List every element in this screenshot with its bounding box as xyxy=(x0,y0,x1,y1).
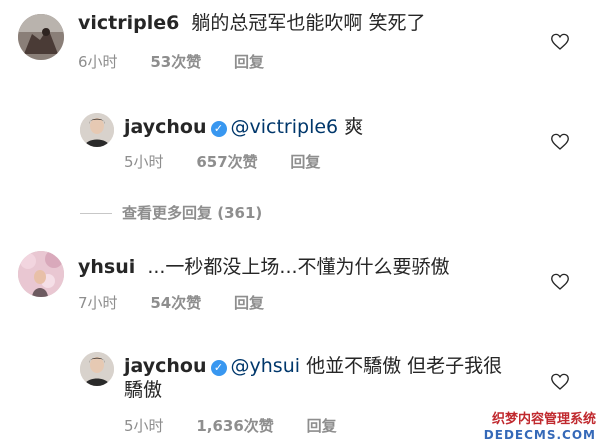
avatar-image xyxy=(18,14,64,60)
avatar[interactable] xyxy=(80,352,114,386)
site-watermark: 织梦内容管理系统 DEDECMS.COM xyxy=(484,412,596,442)
heart-icon[interactable] xyxy=(551,373,569,390)
comment-text: 爽 xyxy=(338,116,364,138)
mention-link[interactable]: @yhsui xyxy=(231,355,301,377)
username[interactable]: victriple6 xyxy=(78,12,179,34)
comment-meta: 7小时 54次赞 回复 xyxy=(78,292,292,313)
timestamp[interactable]: 5小时 xyxy=(124,417,164,435)
username[interactable]: jaychou xyxy=(124,116,207,138)
avatar[interactable] xyxy=(80,113,114,147)
reply-button[interactable]: 回复 xyxy=(307,417,337,435)
comment-line-2: 驕傲 xyxy=(124,378,162,402)
heart-icon[interactable] xyxy=(551,33,569,50)
comment-meta: 6小时 53次赞 回复 xyxy=(78,51,292,72)
avatar-image xyxy=(18,251,64,297)
reply-jaychou-1: jaychou ✓ @victriple6 爽 5小时 657次赞 回复 xyxy=(0,100,600,180)
comment-line: jaychou ✓ @victriple6 爽 xyxy=(124,115,363,139)
watermark-line1: 织梦内容管理系统 xyxy=(491,412,596,427)
comment-yhsui: yhsui ...一秒都没上场...不懂为什么要骄傲 7小时 54次赞 回复 xyxy=(0,248,600,328)
heart-icon[interactable] xyxy=(551,133,569,150)
mention-link[interactable]: @victriple6 xyxy=(231,116,339,138)
comment-meta: 5小时 1,636次赞 回复 xyxy=(124,415,365,436)
timestamp[interactable]: 5小时 xyxy=(124,153,164,171)
view-more-replies-button[interactable]: 查看更多回复 (361) xyxy=(80,202,262,223)
like-count[interactable]: 657次赞 xyxy=(196,153,257,171)
avatar-image xyxy=(80,352,114,386)
comment-line: victriple6 躺的总冠军也能吹啊 笑死了 xyxy=(78,11,425,35)
verified-badge-icon: ✓ xyxy=(210,360,227,376)
reply-button[interactable]: 回复 xyxy=(234,53,264,71)
reply-button[interactable]: 回复 xyxy=(234,294,264,312)
timestamp[interactable]: 7小时 xyxy=(78,294,118,312)
comment-text: 他並不驕傲 但老子我很 xyxy=(300,355,503,377)
comment-line: yhsui ...一秒都没上场...不懂为什么要骄傲 xyxy=(78,255,450,279)
watermark-line2: DEDECMS.COM xyxy=(483,428,596,442)
username[interactable]: yhsui xyxy=(78,256,135,278)
like-count[interactable]: 1,636次赞 xyxy=(196,417,273,435)
comment-text: ...一秒都没上场...不懂为什么要骄傲 xyxy=(147,256,450,278)
comment-text-continued: 驕傲 xyxy=(124,379,163,401)
avatar-image xyxy=(80,113,114,147)
like-count[interactable]: 53次赞 xyxy=(150,53,201,71)
like-count[interactable]: 54次赞 xyxy=(150,294,201,312)
comment-text: 躺的总冠军也能吹啊 笑死了 xyxy=(191,12,426,34)
verified-badge-icon: ✓ xyxy=(210,121,227,137)
comment-line: jaychou ✓ @yhsui 他並不驕傲 但老子我很 xyxy=(124,354,502,378)
username[interactable]: jaychou xyxy=(124,355,207,377)
avatar[interactable] xyxy=(18,251,64,297)
comment-victriple6: victriple6 躺的总冠军也能吹啊 笑死了 6小时 53次赞 回复 xyxy=(0,0,600,80)
avatar[interactable] xyxy=(18,14,64,60)
comment-meta: 5小时 657次赞 回复 xyxy=(124,151,348,172)
timestamp[interactable]: 6小时 xyxy=(78,53,118,71)
view-more-label: 查看更多回复 (361) xyxy=(122,204,263,222)
divider-line xyxy=(80,213,112,214)
heart-icon[interactable] xyxy=(551,273,569,290)
reply-button[interactable]: 回复 xyxy=(290,153,320,171)
